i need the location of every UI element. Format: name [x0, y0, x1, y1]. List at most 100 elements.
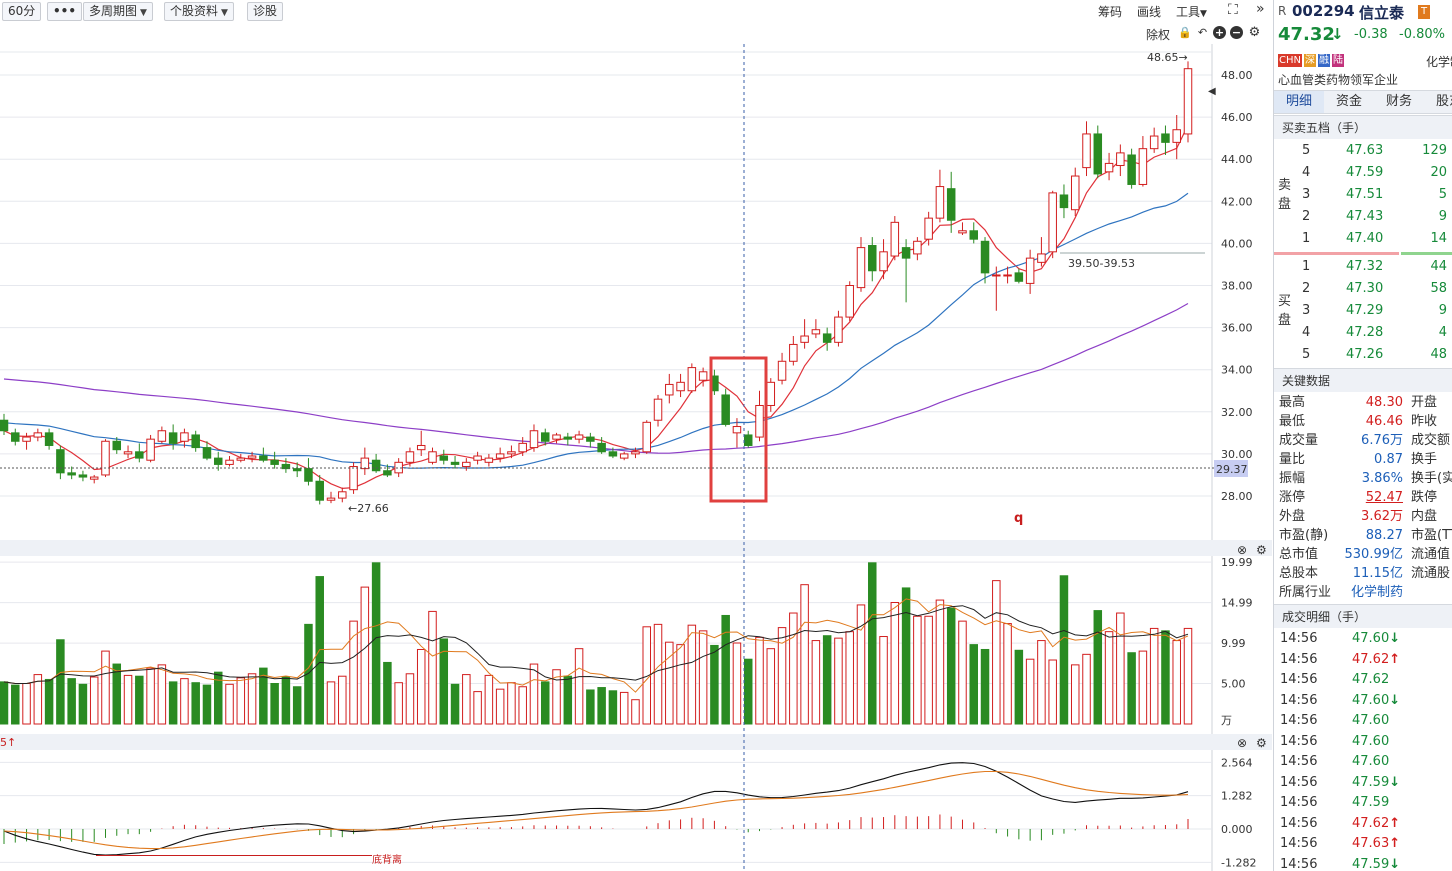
bid-divider	[1401, 252, 1452, 255]
key-data-label-right: 开盘	[1411, 393, 1452, 412]
volume-bar	[811, 640, 821, 725]
ask-row[interactable]: 3 47.51 5	[1296, 184, 1452, 206]
tab-holders[interactable]: 股东	[1424, 91, 1452, 113]
candle-body	[597, 442, 606, 453]
bid-row[interactable]: 1 47.32 44	[1296, 256, 1452, 278]
candle-body	[270, 459, 279, 465]
bid-row[interactable]: 5 47.26 48	[1296, 344, 1452, 366]
candle-body	[992, 274, 1001, 277]
ticks-title: 成交明细（手）	[1274, 604, 1452, 628]
low-marker: ←27.66	[348, 502, 389, 515]
multi-period-button[interactable]: 多周期图 ▼	[83, 2, 153, 21]
price-axis-label: 48.00	[1221, 69, 1253, 82]
settings-icon[interactable]: ⚙	[1248, 26, 1261, 39]
key-data-label: 跌停	[1411, 490, 1438, 505]
lock-icon[interactable]: 🔒	[1178, 26, 1192, 39]
tick-price: 47.60	[1352, 733, 1390, 749]
candle-body	[0, 419, 9, 432]
volume-bar	[338, 675, 347, 725]
candle-body	[123, 451, 133, 455]
volume-bar	[56, 639, 65, 725]
candle-body	[586, 436, 595, 442]
tick-time: 14:56	[1280, 815, 1318, 831]
key-data-label-right: 流通股	[1411, 564, 1452, 583]
diagnose-button[interactable]: 诊股	[247, 2, 284, 21]
ask-price: 47.43	[1346, 209, 1384, 224]
candle-body	[541, 432, 550, 442]
draw-button[interactable]: 画线	[1137, 3, 1161, 20]
volume-bar	[518, 686, 527, 725]
price-axis-label: 38.00	[1221, 280, 1253, 293]
volume-bar	[992, 580, 1001, 725]
key-data-value: 530.99亿	[1344, 547, 1404, 562]
tick-price-wrap: 47.62	[1352, 670, 1389, 690]
ask-volume: 14	[1430, 231, 1447, 246]
zoom-out-icon[interactable]: −	[1230, 26, 1243, 39]
bid-row[interactable]: 2 47.30 58	[1296, 278, 1452, 300]
ask-volume: 5	[1438, 187, 1447, 202]
candle-body	[326, 497, 336, 501]
bid-row[interactable]: 4 47.28 4	[1296, 322, 1452, 344]
price-axis-label: 28.00	[1221, 490, 1253, 503]
period-button[interactable]: 60分	[2, 2, 42, 21]
high-marker: 48.65→	[1147, 51, 1188, 64]
tick-row: 14:56 47.59↓	[1274, 773, 1452, 793]
bid-row[interactable]: 3 47.29 9	[1296, 300, 1452, 322]
volume-bar	[608, 690, 618, 725]
candle-body	[608, 451, 618, 457]
volume-bar	[1149, 627, 1159, 725]
double-chevron-right-icon[interactable]: »	[1256, 1, 1265, 17]
ask-level: 2	[1302, 209, 1311, 224]
volume-bar	[1104, 631, 1114, 725]
tab-detail[interactable]: 明细	[1274, 91, 1324, 113]
zoom-in-icon[interactable]: +	[1213, 26, 1226, 39]
kline-chart[interactable]: 19.99 14.99 9.99 5.00 万 2.564 1.282 0.000 -1.28…	[0, 44, 1272, 871]
settings-icon[interactable]: ⚙	[1256, 543, 1267, 557]
volume-bar	[180, 678, 189, 725]
close-icon[interactable]: ⊗	[1237, 736, 1247, 750]
exrights-button[interactable]: 除权	[1146, 26, 1170, 43]
volume-bar	[1127, 652, 1136, 725]
macd-axis-label: 1.282	[1221, 790, 1253, 803]
trade-icon[interactable]: T	[1418, 5, 1430, 19]
tick-row: 14:56 47.59↓	[1274, 855, 1452, 871]
ask-row[interactable]: 1 47.40 14	[1296, 228, 1452, 250]
volume-bar	[101, 650, 110, 725]
tab-finance[interactable]: 财务	[1374, 91, 1424, 113]
settings-icon[interactable]: ⚙	[1256, 736, 1267, 750]
stock-info-button[interactable]: 个股资料 ▼	[164, 2, 234, 21]
volume-bar	[687, 624, 697, 725]
key-data-label: 涨停	[1279, 490, 1306, 505]
more-button[interactable]: •••	[47, 2, 83, 21]
candle-body	[168, 432, 178, 444]
candle-body	[901, 247, 911, 259]
volume-bar	[247, 673, 257, 725]
chips-button[interactable]: 筹码	[1098, 3, 1122, 20]
ask-row[interactable]: 4 47.59 20	[1296, 162, 1452, 184]
candle-body	[157, 430, 167, 442]
tick-row: 14:56 47.59	[1274, 793, 1452, 813]
key-data-row: 涨停 52.47	[1279, 488, 1403, 507]
tick-price: 47.59	[1352, 774, 1390, 790]
candle-body	[484, 457, 494, 463]
candle-body	[687, 367, 697, 392]
key-data-value: 0.87	[1374, 452, 1403, 467]
ask-level: 5	[1302, 143, 1311, 158]
tick-price-wrap: 47.59	[1352, 793, 1389, 813]
undo-icon[interactable]: ↶	[1196, 26, 1209, 39]
ask-row[interactable]: 2 47.43 9	[1296, 206, 1452, 228]
ask-row[interactable]: 5 47.63 129	[1296, 140, 1452, 162]
close-icon[interactable]: ⊗	[1237, 543, 1247, 557]
tick-time: 14:56	[1280, 754, 1318, 769]
candle-body	[1037, 253, 1046, 263]
bid-volume: 58	[1430, 281, 1447, 296]
price-axis-label: 36.00	[1221, 322, 1253, 335]
tab-funds[interactable]: 资金	[1324, 91, 1374, 113]
candle-body	[1093, 133, 1103, 175]
tools-button[interactable]: 工具▼	[1176, 3, 1207, 20]
fullscreen-icon[interactable]: ⛶	[1228, 2, 1238, 18]
candle-body	[755, 404, 764, 438]
ask-volume: 129	[1422, 143, 1447, 158]
volume-axis-label: 9.99	[1221, 637, 1246, 650]
company-description: 心血管类药物领军企业	[1278, 73, 1399, 87]
